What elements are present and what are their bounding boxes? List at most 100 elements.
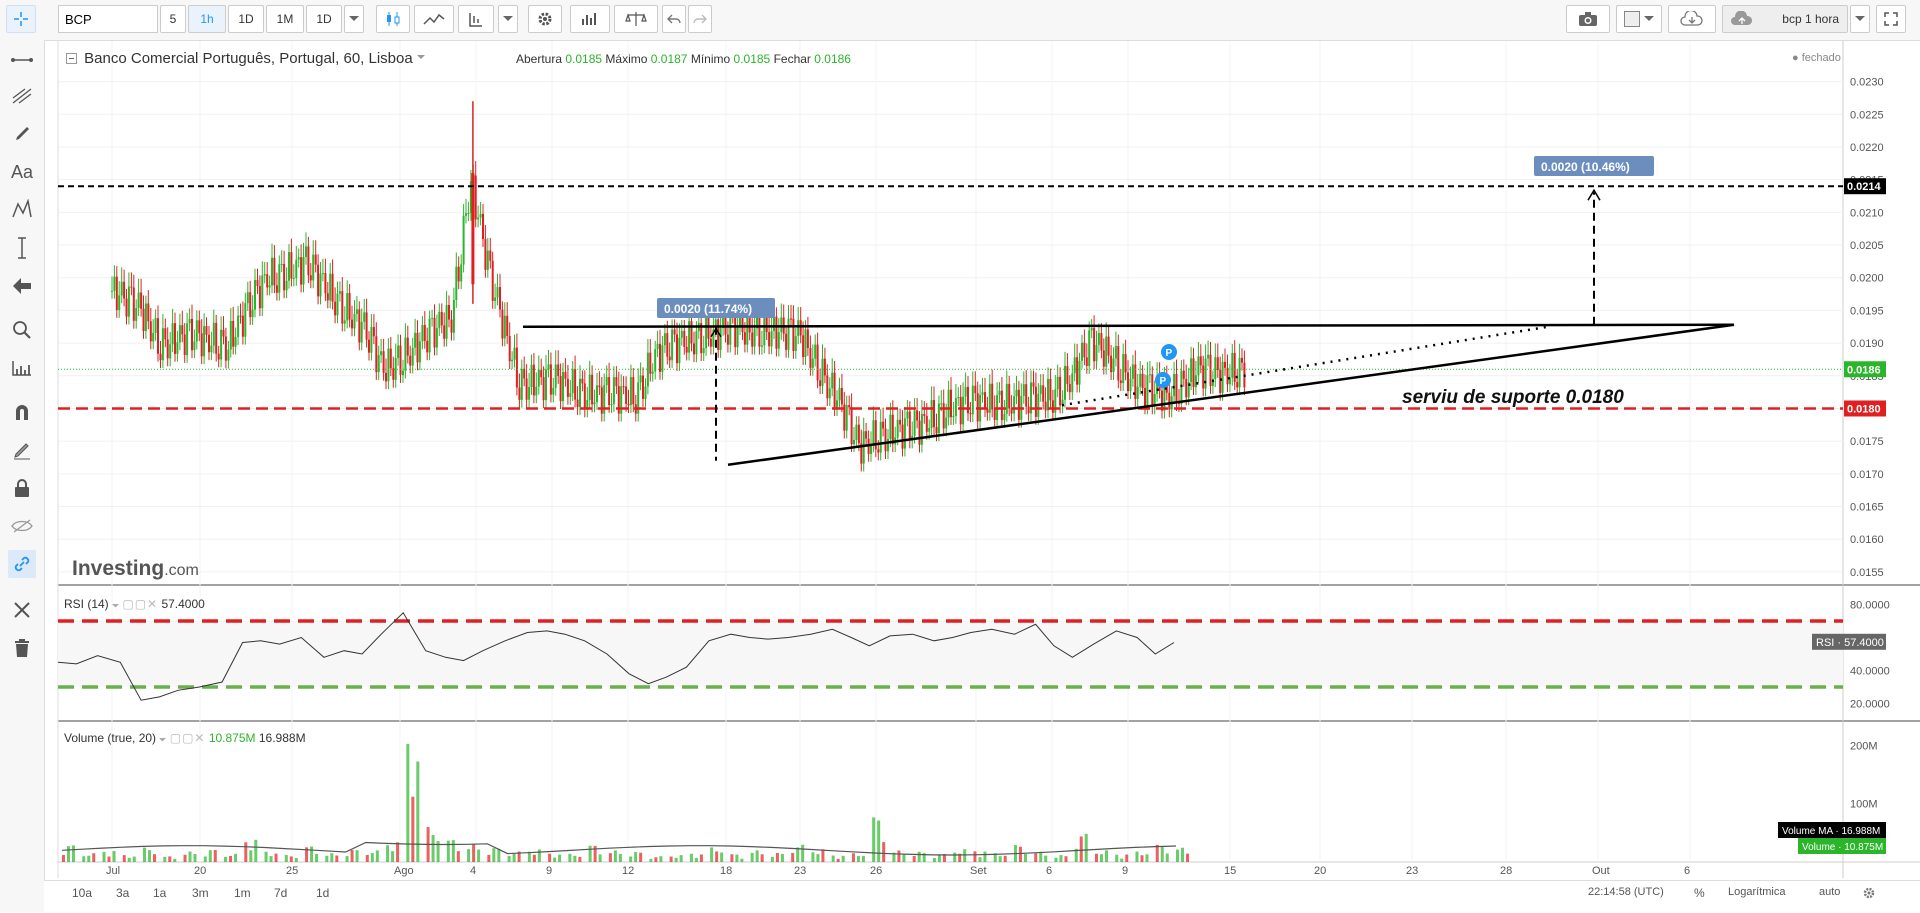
measure1-label: 0.0020 (11.74%)	[664, 302, 752, 316]
candle-body	[503, 315, 506, 339]
screenshot-button[interactable]	[1566, 5, 1610, 33]
volume-bar	[740, 858, 744, 862]
volume-settings-icons[interactable]: ▢▢✕	[170, 731, 206, 745]
lock-tool[interactable]	[8, 474, 36, 502]
cloud-upload-icon	[1731, 11, 1753, 25]
interval-1h-button[interactable]: 1h	[188, 5, 226, 33]
back-tool[interactable]	[8, 272, 36, 300]
crosshair-tool-button[interactable]	[6, 5, 36, 33]
volume-bar	[856, 855, 860, 862]
redo-button[interactable]	[688, 5, 712, 33]
crosshair-icon	[14, 12, 28, 26]
candle-body	[1209, 354, 1212, 386]
interval-1d-button[interactable]: 1D	[228, 5, 264, 33]
interval-1m-button[interactable]: 1M	[266, 5, 304, 33]
interval-1d-custom-button[interactable]: 1D	[306, 5, 342, 33]
log-toggle[interactable]: Logarítmica	[1728, 886, 1785, 898]
pattern-tool[interactable]	[8, 196, 36, 224]
measure-tool[interactable]	[8, 234, 36, 262]
chevron-down-icon[interactable]	[112, 604, 120, 608]
range-3m[interactable]: 3m	[192, 886, 209, 900]
compare-button[interactable]	[414, 5, 454, 33]
symbol-search-input[interactable]	[58, 5, 158, 33]
stay-drawing-tool[interactable]	[8, 436, 36, 464]
volume-bar	[507, 855, 511, 862]
chart-settings-button[interactable]	[1862, 886, 1876, 903]
candle-body	[149, 321, 152, 342]
delete-drawings-tool[interactable]	[8, 634, 36, 662]
bars-template-button[interactable]	[570, 5, 610, 33]
compare-scale-button[interactable]	[614, 5, 658, 33]
percent-toggle[interactable]: %	[1694, 886, 1705, 900]
ruler-tool[interactable]	[8, 354, 36, 382]
volume-bar	[613, 850, 617, 862]
range-10a[interactable]: 10a	[72, 886, 92, 900]
range-1m[interactable]: 1m	[234, 886, 251, 900]
candle-body	[571, 369, 574, 394]
collapse-icon[interactable]	[66, 53, 77, 64]
range-1a[interactable]: 1a	[153, 886, 166, 900]
load-layout-button[interactable]	[1668, 5, 1716, 33]
range-7d[interactable]: 7d	[274, 886, 287, 900]
candle-body	[387, 348, 390, 382]
candle-body	[952, 416, 955, 418]
interval-dropdown-button[interactable]	[344, 5, 364, 33]
candle-body	[1141, 373, 1144, 389]
magnet-tool[interactable]	[8, 398, 36, 426]
candle-body	[1003, 413, 1006, 421]
candle-body	[646, 352, 649, 387]
layout-dropdown-button[interactable]	[1850, 5, 1870, 33]
color-picker-button[interactable]	[1616, 5, 1662, 33]
zoom-tool[interactable]	[8, 316, 36, 344]
brush-tool[interactable]	[8, 120, 36, 148]
settings-button[interactable]	[528, 5, 562, 33]
candle-body	[974, 385, 977, 394]
rsi-settings-icons[interactable]: ▢▢✕	[122, 597, 158, 611]
chevron-down-icon[interactable]	[159, 738, 167, 742]
candle-body	[181, 325, 184, 335]
candle-body	[794, 336, 797, 351]
fib-tool[interactable]	[8, 82, 36, 110]
candle-body	[971, 385, 974, 415]
candle-body	[256, 279, 259, 287]
hide-drawings-tool[interactable]	[8, 512, 36, 540]
redo-icon	[693, 14, 707, 24]
candle-body	[1226, 367, 1229, 385]
candle-body	[300, 257, 303, 285]
candle-body	[1173, 373, 1176, 397]
candle-body	[152, 332, 155, 342]
candle-body	[763, 314, 766, 346]
candle-body	[220, 329, 223, 360]
camera-icon	[1579, 12, 1597, 26]
range-3a[interactable]: 3a	[116, 886, 129, 900]
candle-body	[392, 368, 395, 380]
text-tool[interactable]: Aa	[8, 158, 36, 186]
candle-body	[1097, 333, 1100, 345]
rsi-value-label: RSI · 57.4000	[1816, 637, 1884, 649]
volume-bar	[193, 853, 197, 862]
candle-style-button[interactable]	[376, 5, 410, 33]
fullscreen-button[interactable]	[1876, 5, 1906, 33]
volume-bar	[168, 856, 172, 862]
trendline-icon	[11, 58, 33, 62]
interval-5-button[interactable]: 5	[160, 5, 186, 33]
candle-body	[760, 345, 763, 347]
indicators-button[interactable]	[458, 5, 494, 33]
link-tool[interactable]	[8, 550, 36, 578]
save-layout-button[interactable]: bcp 1 hora	[1722, 5, 1848, 33]
chevron-down-icon[interactable]	[416, 55, 425, 60]
candle-body	[285, 280, 288, 291]
remove-tools-tool[interactable]	[8, 596, 36, 624]
auto-toggle[interactable]: auto	[1819, 886, 1840, 898]
candle-body	[1102, 350, 1105, 367]
candle-body	[942, 403, 945, 429]
chart-canvas[interactable]: 0.02300.02250.02200.02150.02100.02050.02…	[0, 0, 1920, 912]
candle-body	[144, 303, 147, 332]
undo-button[interactable]	[662, 5, 686, 33]
candle-body	[591, 374, 594, 405]
trendline-tool[interactable]	[8, 46, 36, 74]
indicator-dropdown-button[interactable]	[498, 5, 518, 33]
range-1d[interactable]: 1d	[316, 886, 329, 900]
candle-body	[845, 405, 848, 431]
candle-body	[319, 273, 322, 297]
